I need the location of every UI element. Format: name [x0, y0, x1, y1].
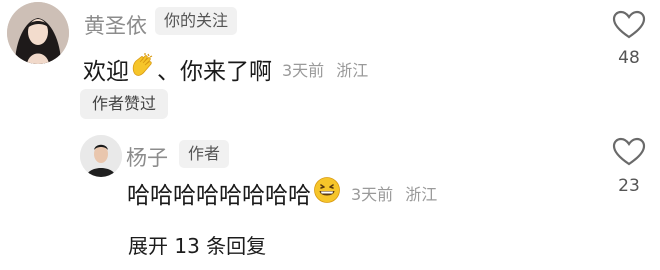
follow-tag: 你的关注 — [155, 7, 238, 35]
like-count: 48 — [618, 48, 640, 68]
username[interactable]: 黄圣依 — [84, 10, 147, 40]
clapping-hands-icon — [129, 52, 157, 86]
reply-location: 浙江 — [405, 185, 438, 204]
comment-text-before: 欢迎 — [83, 59, 129, 85]
comment-text: 欢迎 、你来了啊 3天前 浙江 — [83, 52, 368, 86]
reply-text: 哈哈哈哈哈哈哈哈 3天前 浙江 — [127, 176, 437, 210]
author-tag: 作者 — [179, 140, 230, 168]
reply-like-button[interactable] — [612, 137, 646, 171]
reply-text-body: 哈哈哈哈哈哈哈哈 — [127, 183, 311, 209]
heart-icon — [612, 137, 646, 166]
grinning-face-icon — [313, 176, 341, 210]
expand-replies-link[interactable]: 展开 13 条回复 — [128, 230, 266, 259]
like-button[interactable] — [612, 10, 646, 44]
comment-text-after: 、你来了啊 — [157, 59, 272, 85]
reply-time: 3天前 — [351, 185, 394, 204]
comment-time: 3天前 — [282, 61, 325, 80]
reply-avatar[interactable] — [80, 135, 122, 177]
reply-meta: 3天前 浙江 — [351, 181, 437, 205]
comment-location: 浙江 — [336, 61, 369, 80]
avatar[interactable] — [7, 2, 69, 64]
reply-like-count: 23 — [618, 176, 640, 196]
comment-meta: 3天前 浙江 — [282, 57, 368, 81]
author-liked-badge: 作者赞过 — [80, 89, 169, 119]
reply-username[interactable]: 杨子 — [126, 142, 168, 172]
heart-icon — [612, 10, 646, 39]
